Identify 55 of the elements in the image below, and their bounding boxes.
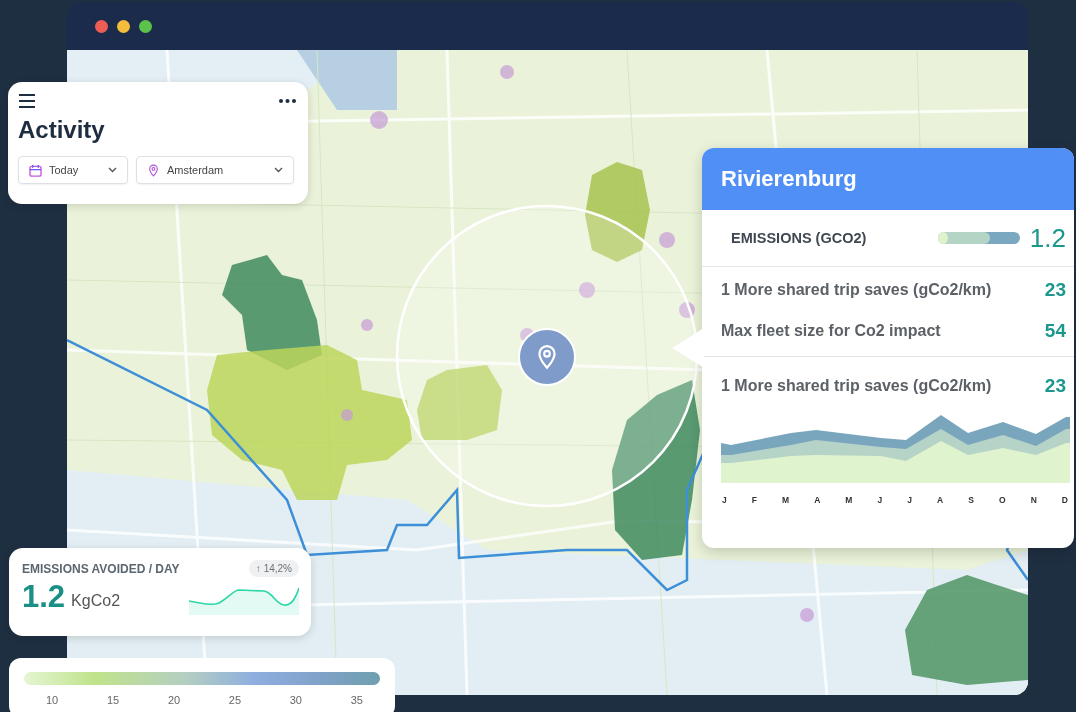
month-label: J (722, 495, 727, 505)
stat-label: 1 More shared trip saves (gCo2/km) (721, 281, 992, 299)
window-control-dot[interactable] (117, 19, 130, 33)
heatmap-zone[interactable] (585, 162, 650, 262)
panel-header: Rivierenburg (702, 148, 1074, 210)
hotspot-dot (500, 65, 514, 79)
location-pin-icon (147, 163, 160, 177)
emissions-value: 1.2 (1029, 222, 1066, 254)
month-label: J (907, 495, 912, 505)
month-label: N (1030, 495, 1037, 505)
hotspot-dot (800, 608, 814, 622)
hotspot-dot (659, 232, 675, 248)
scale-tick-label: 25 (228, 694, 242, 706)
heatmap-zone[interactable] (905, 575, 1028, 685)
filter-dropdown[interactable]: Today (18, 156, 128, 184)
scale-tick-label: 15 (106, 694, 120, 706)
scale-tick-label: 30 (289, 694, 302, 706)
hotspot-dot (361, 319, 373, 331)
calendar-icon (29, 163, 42, 177)
scale-tick-label: 20 (167, 694, 181, 706)
month-label: A (937, 495, 944, 505)
hotspot-dot (370, 111, 388, 129)
metric-label: EMISSIONS AVOIDED / DAY (22, 561, 180, 576)
scale-tick-label: 35 (350, 694, 363, 706)
filter-dropdown[interactable]: Amsterdam (136, 156, 294, 184)
change-badge: ↑ 14,2% (248, 560, 299, 577)
card-title: Activity (18, 116, 106, 144)
scale-tick-label: 10 (46, 694, 59, 706)
hotspot-dot (579, 282, 595, 298)
hotspot-dot (679, 302, 695, 318)
menu-icon[interactable] (18, 94, 36, 108)
stat-label: 1 More shared trip saves (gCo2/km) (721, 377, 992, 395)
window-control-dot[interactable] (139, 19, 152, 33)
heatmap-zone[interactable] (612, 380, 700, 560)
month-label: A (814, 495, 821, 505)
month-label: D (1061, 495, 1068, 505)
stat-value: 23 (1044, 375, 1066, 397)
month-label: M (782, 495, 790, 505)
chevron-down-icon (274, 167, 283, 173)
month-label: O (998, 495, 1006, 505)
month-label: F (751, 495, 757, 505)
window-control-dot[interactable] (95, 19, 108, 33)
month-label: M (845, 495, 853, 505)
metric-unit: KgCo2 (71, 592, 122, 610)
stat-value: 54 (1044, 320, 1066, 342)
more-options-icon[interactable] (279, 99, 296, 103)
chevron-down-icon (108, 167, 117, 173)
month-label: J (877, 495, 883, 505)
month-label: S (968, 495, 974, 505)
metric-value: 1.2 (22, 579, 66, 615)
emissions-label: EMISSIONS (GCO2) (731, 230, 868, 246)
stat-value: 23 (1044, 279, 1066, 301)
heatmap-zone[interactable] (207, 345, 412, 500)
stat-label: Max fleet size for Co2 impact (721, 322, 941, 340)
hotspot-dot (341, 409, 353, 421)
